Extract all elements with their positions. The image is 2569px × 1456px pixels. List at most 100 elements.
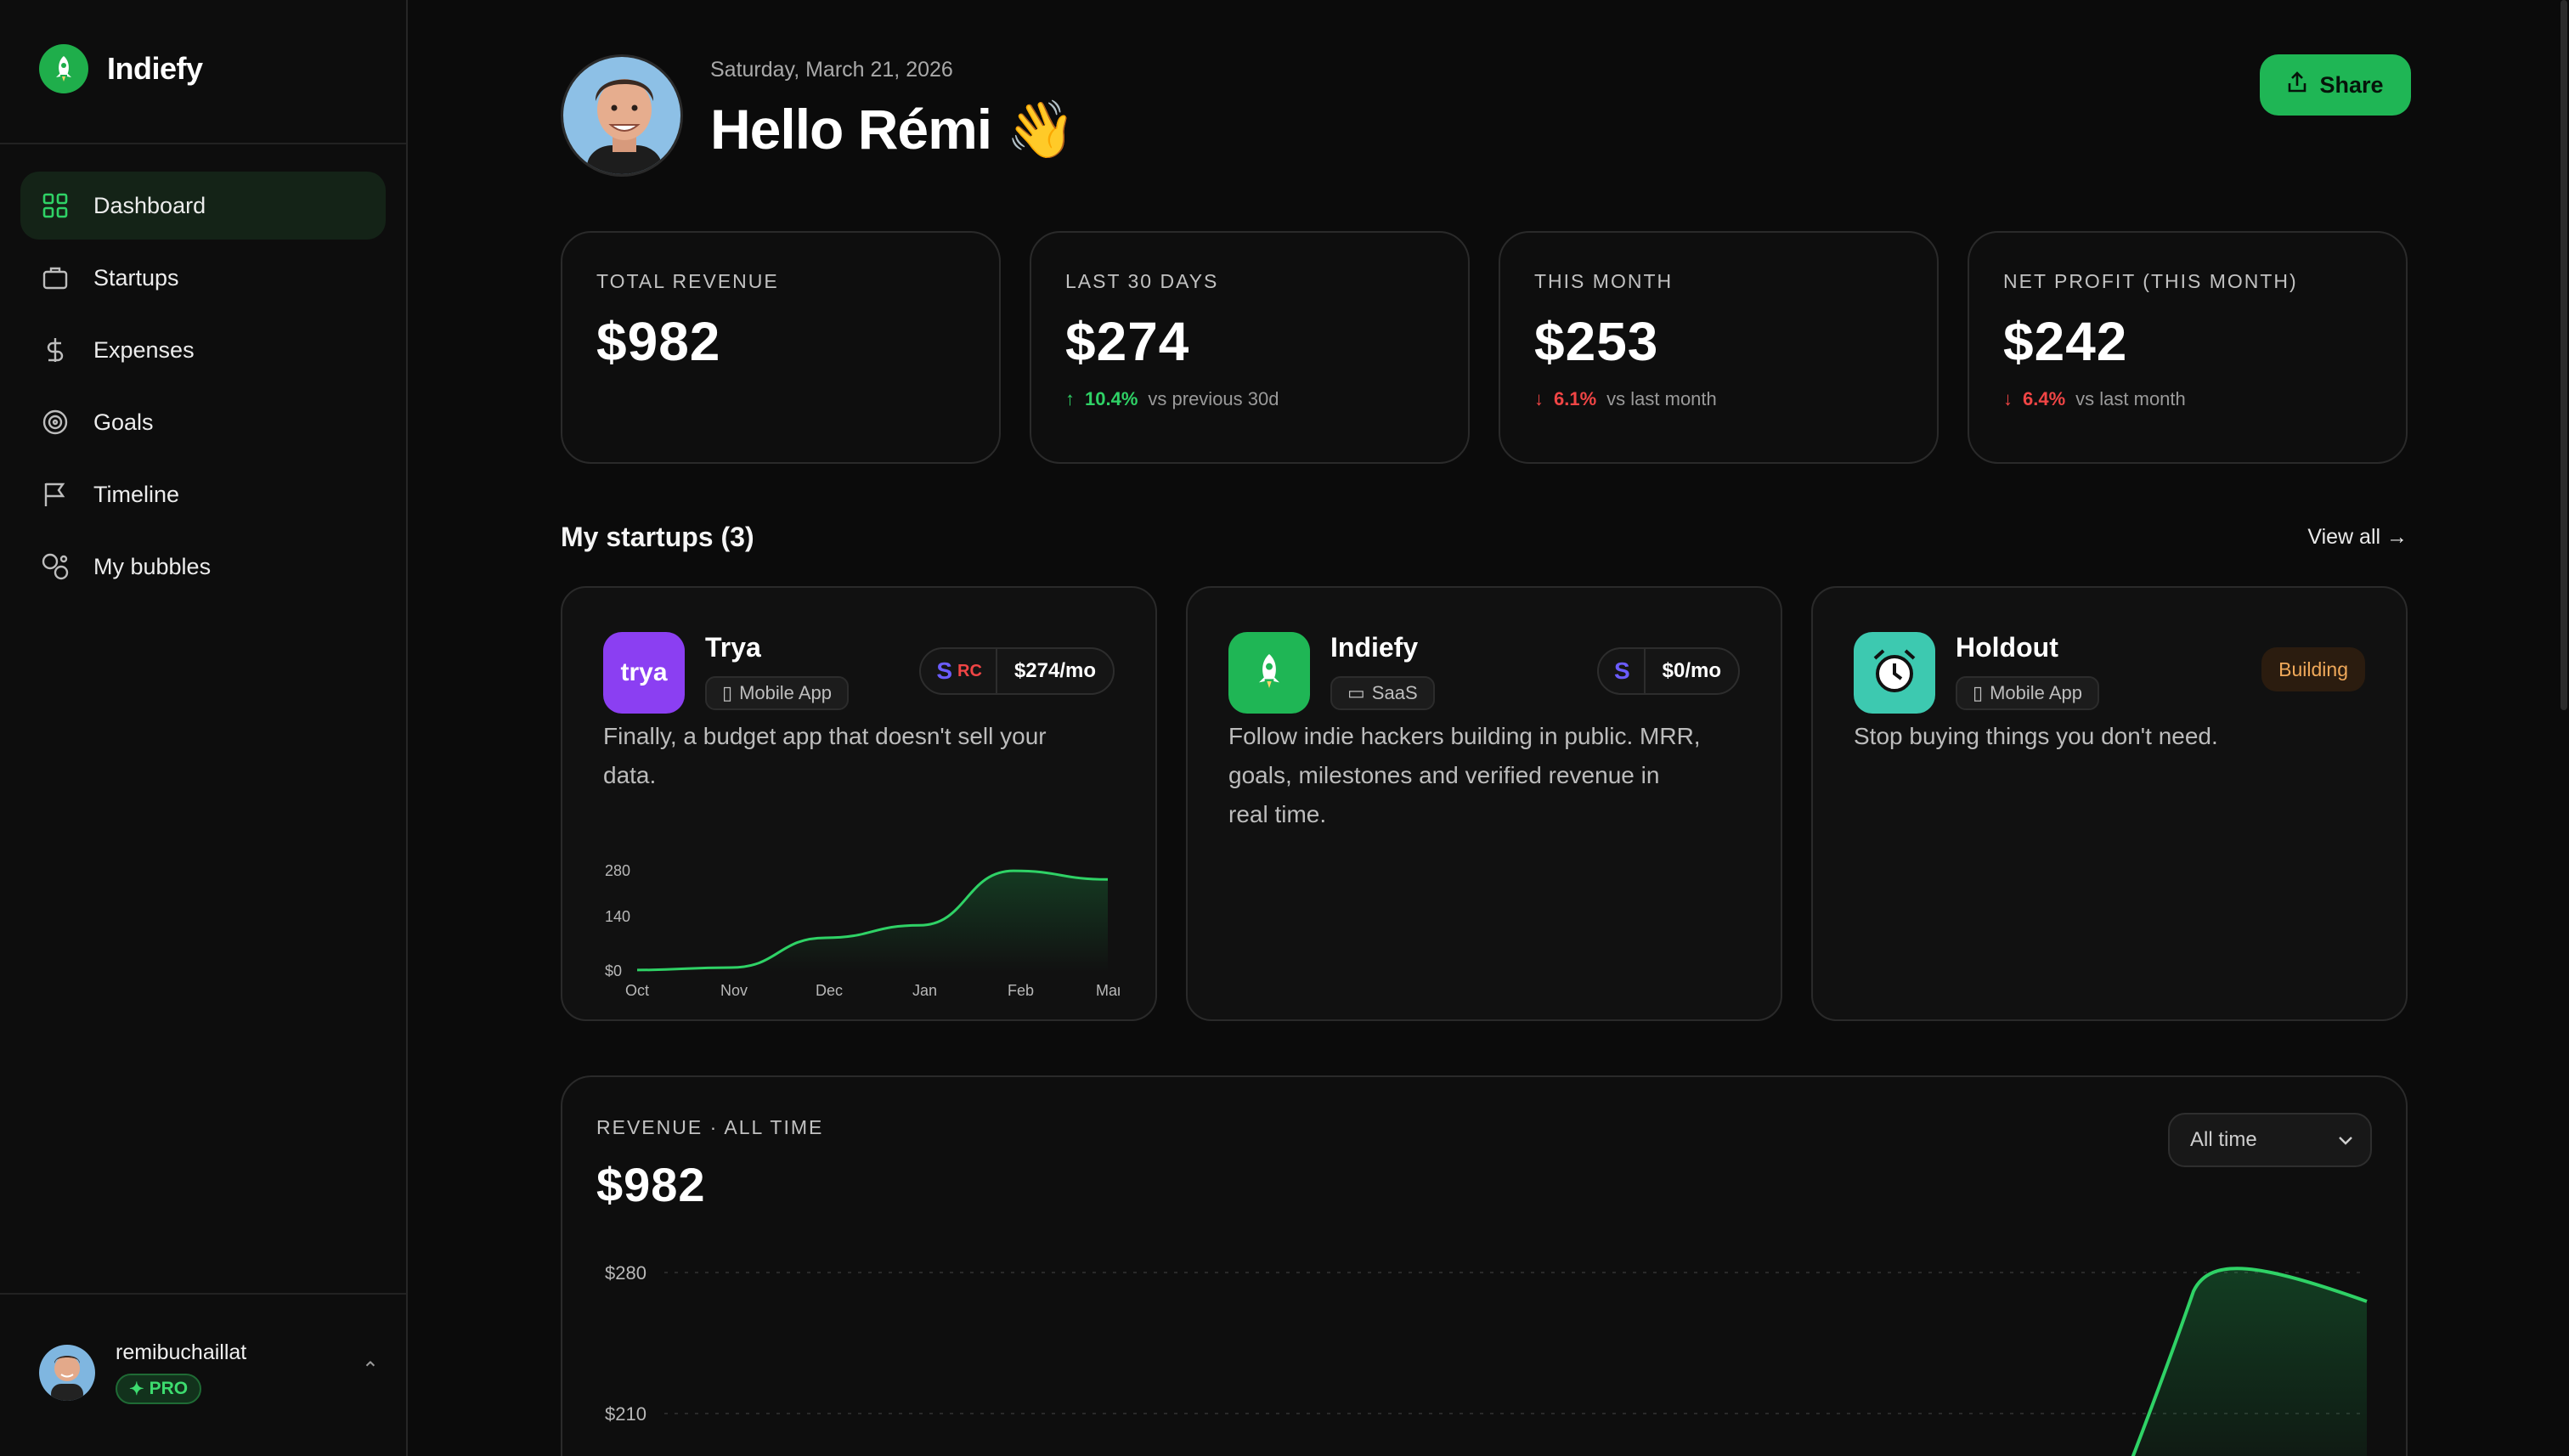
stat-value: $253 <box>1534 311 1659 372</box>
stat-label: THIS MONTH <box>1534 270 1674 292</box>
startup-description: Finally, a budget app that doesn't sell … <box>603 723 1047 788</box>
phone-icon: ▯ <box>722 682 733 703</box>
startup-description: Follow indie hackers building in public.… <box>1228 723 1701 827</box>
user-info: remibuchaillat ✦ PRO <box>116 1340 246 1404</box>
phone-icon: ▯ <box>1973 682 1984 703</box>
sidebar-item-label: My bubbles <box>93 553 212 579</box>
stat-card-net-profit: NET PROFIT (THIS MONTH) $242 ↓ 6.4% vs l… <box>1968 231 2408 464</box>
stats-row: TOTAL REVENUE $982 LAST 30 DAYS $274 ↑ 1… <box>561 231 2408 464</box>
share-button[interactable]: Share <box>2260 54 2411 116</box>
upload-icon <box>2287 71 2307 99</box>
user-menu[interactable]: remibuchaillat ✦ PRO ⌃ <box>39 1340 379 1404</box>
revenue-card: REVENUE · ALL TIME $982 All time $280 $2… <box>561 1075 2408 1456</box>
stat-delta-value: 10.4% <box>1085 388 1138 409</box>
y-tick-label: $280 <box>605 1262 646 1284</box>
x-tick-label: Feb <box>1008 982 1034 999</box>
dollar-icon <box>41 336 70 364</box>
startup-description: Stop buying things you don't need. <box>1854 723 2218 749</box>
page-title: Hello Rémi 👋 <box>710 98 1076 161</box>
stat-delta-value: 6.4% <box>2023 388 2066 409</box>
grid-icon <box>41 191 70 220</box>
startup-card-holdout[interactable]: Holdout ▯ Mobile App Building Stop buyin… <box>1811 586 2408 1021</box>
stat-delta-value: 6.1% <box>1554 388 1597 409</box>
stat-delta-text: vs last month <box>1606 388 1717 409</box>
revenue-value: $982 <box>596 1158 706 1211</box>
briefcase-icon <box>41 263 70 292</box>
stat-card-last-30-days: LAST 30 DAYS $274 ↑ 10.4% vs previous 30… <box>1030 231 1470 464</box>
stat-label: TOTAL REVENUE <box>596 270 779 292</box>
startups-grid: trya Trya ▯ Mobile App S RC $274/mo Fina… <box>561 586 2408 1021</box>
share-button-label: Share <box>2319 71 2384 98</box>
arrow-down-icon: ↓ <box>2003 388 2013 409</box>
startup-category: Mobile App <box>1990 682 2082 703</box>
stat-value: $274 <box>1065 311 1190 372</box>
startup-category: Mobile App <box>739 682 832 703</box>
sidebar-item-label: Timeline <box>93 481 180 507</box>
section-title: My startups (3) <box>561 522 754 552</box>
startup-logo: trya <box>603 632 685 714</box>
stat-value: $982 <box>596 311 721 372</box>
chart-area <box>637 871 1108 972</box>
brand-name: Indiefy <box>107 51 203 86</box>
sidebar-item-label: Startups <box>93 264 179 291</box>
sidebar-item-my-bubbles[interactable]: My bubbles <box>20 533 386 601</box>
scrollbar-thumb[interactable] <box>2561 0 2567 710</box>
rocket-icon <box>1252 649 1286 697</box>
stat-delta: ↓ 6.4% vs last month <box>2003 388 2372 410</box>
x-tick-label: Dec <box>816 982 843 999</box>
startup-logo <box>1854 632 1935 714</box>
stat-label: LAST 30 DAYS <box>1065 270 1219 292</box>
stat-delta: ↓ 6.1% vs last month <box>1534 388 1903 410</box>
time-range-select[interactable]: All time <box>2168 1113 2372 1167</box>
arrow-up-icon: ↑ <box>1065 388 1075 409</box>
stat-card-this-month: THIS MONTH $253 ↓ 6.1% vs last month <box>1499 231 1939 464</box>
x-tick-label: Oct <box>625 982 649 999</box>
stat-delta: ↑ 10.4% vs previous 30d <box>1065 388 1434 410</box>
flag-icon <box>41 480 70 509</box>
y-tick-label: $0 <box>605 962 622 979</box>
revenue-label: REVENUE · ALL TIME <box>596 1116 824 1138</box>
sidebar: Indiefy Dashboard Startups Expenses Goal… <box>0 0 408 1456</box>
payment-providers: S RC <box>921 649 997 693</box>
startup-category-tag: ▯ Mobile App <box>1956 676 2099 710</box>
arrow-down-icon: ↓ <box>1534 388 1544 409</box>
startup-category: SaaS <box>1371 682 1418 703</box>
revenue-chart: $280 $210 <box>605 1262 2368 1456</box>
scrollbar[interactable] <box>2557 0 2569 710</box>
status-badge: Building <box>2261 647 2365 691</box>
stat-card-total-revenue: TOTAL REVENUE $982 <box>561 231 1001 464</box>
startup-category-tag: ▯ Mobile App <box>705 676 849 710</box>
user-name: remibuchaillat <box>116 1340 247 1364</box>
rocket-icon <box>39 44 88 93</box>
sidebar-item-goals[interactable]: Goals <box>20 388 386 456</box>
startup-name: Indiefy <box>1330 632 1419 663</box>
payment-providers: S <box>1599 649 1646 693</box>
y-tick-label: $210 <box>605 1403 646 1425</box>
y-tick-label: 280 <box>605 862 630 879</box>
chevron-up-icon[interactable]: ⌃ <box>362 1357 379 1382</box>
startup-card-indiefy[interactable]: Indiefy ▭ SaaS S $0/mo Follow indie hack… <box>1186 586 1782 1021</box>
startup-card-trya[interactable]: trya Trya ▯ Mobile App S RC $274/mo Fina… <box>561 586 1157 1021</box>
startup-revenue-chart: 280 140 $0 Oct Nov Dec Jan Feb Mar <box>605 862 1120 999</box>
startups-header: My startups (3) View all → <box>561 522 2408 553</box>
sidebar-item-startups[interactable]: Startups <box>20 244 386 312</box>
sidebar-item-label: Expenses <box>93 336 195 363</box>
pro-badge: ✦ PRO <box>116 1374 202 1404</box>
startup-logo <box>1228 632 1310 714</box>
view-all-link[interactable]: View all → <box>2307 525 2408 550</box>
sidebar-item-expenses[interactable]: Expenses <box>20 316 386 384</box>
stat-delta-text: vs previous 30d <box>1148 388 1279 409</box>
sidebar-item-label: Goals <box>93 409 154 435</box>
sidebar-item-dashboard[interactable]: Dashboard <box>20 172 386 240</box>
sidebar-item-label: Dashboard <box>93 192 206 218</box>
revenuecat-icon: RC <box>957 661 982 680</box>
x-tick-label: Mar <box>1096 982 1120 999</box>
startup-revenue-pill: S $0/mo <box>1596 647 1740 695</box>
startup-category-tag: ▭ SaaS <box>1330 676 1435 710</box>
sidebar-item-timeline[interactable]: Timeline <box>20 460 386 528</box>
target-icon <box>41 408 70 437</box>
brand[interactable]: Indiefy <box>39 44 203 93</box>
stat-label: NET PROFIT (THIS MONTH) <box>2003 270 2298 292</box>
avatar <box>561 54 683 177</box>
avatar <box>39 1344 95 1401</box>
